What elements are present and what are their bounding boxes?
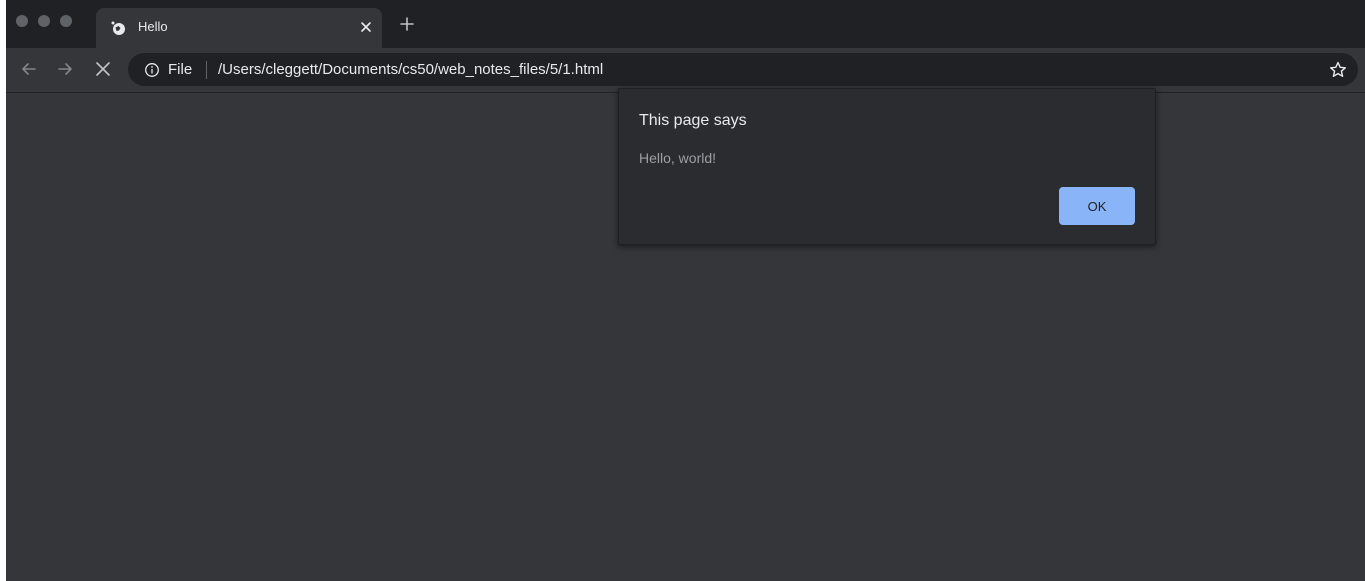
window-zoom-light[interactable] — [60, 15, 72, 27]
omnibox-divider — [206, 61, 207, 79]
new-tab-button[interactable] — [398, 15, 416, 33]
forward-button[interactable] — [54, 58, 76, 80]
tab-hello[interactable]: Hello — [96, 8, 382, 48]
dialog-title: This page says — [639, 112, 747, 129]
window-minimize-light[interactable] — [38, 15, 50, 27]
tab-strip: Hello — [6, 0, 1365, 48]
dialog-message: Hello, world! — [639, 150, 717, 166]
info-icon[interactable] — [144, 62, 160, 78]
plus-icon — [400, 17, 414, 31]
stop-button[interactable] — [92, 58, 114, 80]
close-icon — [361, 22, 371, 32]
globe-icon — [111, 21, 125, 35]
close-icon — [96, 62, 110, 76]
scheme-label: File — [168, 61, 193, 78]
window-close-light[interactable] — [16, 15, 28, 27]
address-bar[interactable]: File /Users/cleggett/Documents/cs50/web_… — [128, 53, 1358, 86]
back-arrow-icon — [22, 63, 36, 75]
forward-arrow-icon — [58, 63, 72, 75]
ok-button[interactable]: OK — [1059, 187, 1135, 225]
tab-close-button[interactable] — [357, 18, 375, 36]
back-button[interactable] — [18, 58, 40, 80]
url-text[interactable]: /Users/cleggett/Documents/cs50/web_notes… — [218, 61, 603, 78]
star-icon[interactable] — [1328, 60, 1348, 80]
alert-dialog: This page says Hello, world! OK — [618, 88, 1156, 245]
tab-title: Hello — [138, 19, 168, 34]
browser-window: Hello File /Users/cleggett/Documents/cs5… — [6, 0, 1365, 581]
toolbar: File /Users/cleggett/Documents/cs50/web_… — [6, 48, 1365, 93]
